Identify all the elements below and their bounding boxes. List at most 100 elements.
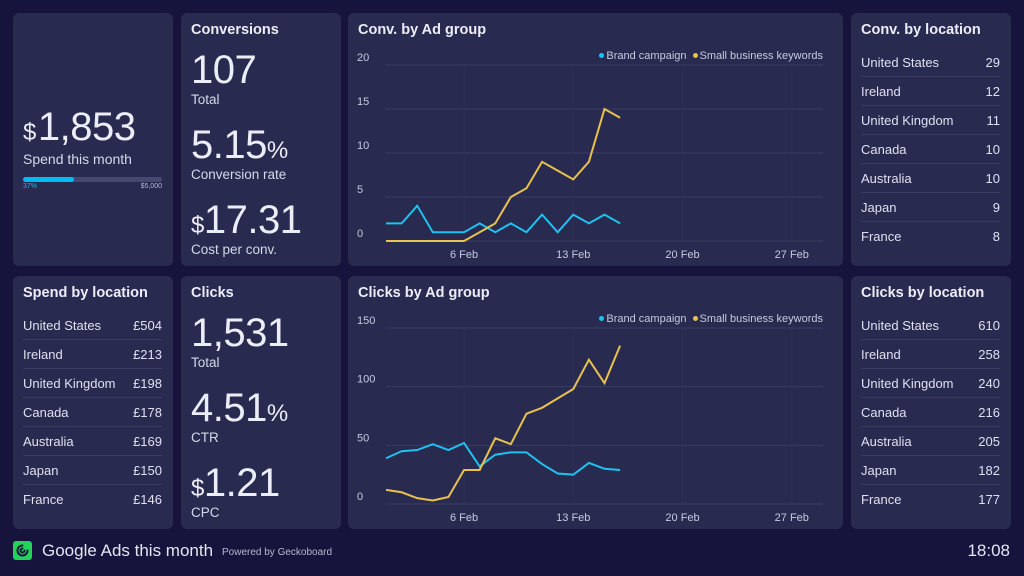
spend-value: $1,853 bbox=[23, 105, 136, 150]
y-tick-label: 150 bbox=[357, 315, 375, 327]
clicks-card: Clicks 1,531 Total 4.51% CTR $1.21 CPC bbox=[181, 276, 341, 529]
spend-goal: $5,000 bbox=[140, 183, 162, 190]
location-list: United States 29 Ireland 12 United Kingdom 11… bbox=[861, 48, 1000, 251]
spend-label: Spend this month bbox=[23, 151, 132, 167]
clicks-by-ad-group-chart: Clicks by Ad group Brand campaign Small … bbox=[348, 276, 843, 529]
location-value: 240 bbox=[978, 376, 1000, 391]
location-country: United Kingdom bbox=[861, 113, 954, 128]
conversions-total-label: Total bbox=[191, 92, 220, 107]
location-value: £213 bbox=[133, 347, 162, 362]
card-title: Conv. by location bbox=[861, 22, 981, 38]
location-country: Canada bbox=[861, 405, 907, 420]
location-value: 205 bbox=[978, 434, 1000, 449]
clicks-chart-svg: 0 50 100 150 6 Feb 13 Feb 20 Feb 27 Feb bbox=[357, 315, 823, 524]
location-row: United States 610 bbox=[861, 311, 1000, 340]
card-title: Clicks bbox=[191, 285, 234, 301]
y-tick-label: 100 bbox=[357, 374, 375, 386]
spend-card: $1,853 Spend this month 37% $5,000 bbox=[13, 13, 173, 266]
location-value: 182 bbox=[978, 463, 1000, 478]
location-value: 11 bbox=[986, 113, 1001, 128]
location-value: 9 bbox=[992, 200, 1000, 215]
y-tick-label: 15 bbox=[357, 96, 369, 108]
y-tick-label: 20 bbox=[357, 52, 369, 64]
clock: 18:08 bbox=[967, 541, 1010, 560]
location-country: Ireland bbox=[23, 347, 63, 362]
ctr-value: 4.51% bbox=[191, 386, 288, 430]
location-country: Japan bbox=[861, 463, 897, 478]
card-title: Conversions bbox=[191, 22, 279, 38]
series-line-small-business-keywords bbox=[385, 345, 622, 502]
spend-amount: 1,853 bbox=[37, 105, 136, 149]
location-row: Australia £169 bbox=[23, 427, 162, 456]
location-country: Japan bbox=[23, 463, 59, 478]
location-country: Japan bbox=[861, 200, 897, 215]
location-row: Japan £150 bbox=[23, 456, 162, 485]
x-tick-label: 6 Feb bbox=[450, 512, 478, 524]
y-tick-label: 0 bbox=[357, 491, 363, 503]
location-row: Canada £178 bbox=[23, 398, 162, 427]
cost-per-conversion: $17.31 bbox=[191, 198, 302, 242]
location-value: 10 bbox=[985, 142, 1000, 157]
y-tick-label: 50 bbox=[357, 432, 369, 444]
location-country: Ireland bbox=[861, 347, 901, 362]
ctr-label: CTR bbox=[191, 430, 219, 445]
clicks-total-label: Total bbox=[191, 355, 220, 370]
dashboard-title: Google Ads this month bbox=[42, 541, 214, 560]
location-value: 177 bbox=[978, 492, 1000, 507]
location-row: Australia 10 bbox=[861, 164, 1000, 193]
card-title: Clicks by location bbox=[861, 285, 985, 301]
location-value: 610 bbox=[978, 318, 1000, 333]
location-value: 216 bbox=[978, 405, 1000, 420]
location-country: Australia bbox=[861, 434, 912, 449]
cpc-label: CPC bbox=[191, 505, 220, 520]
conv-by-location-card: Conv. by location United States 29 Ireland… bbox=[851, 13, 1011, 266]
location-country: United States bbox=[861, 318, 940, 333]
location-row: Ireland 12 bbox=[861, 77, 1000, 106]
location-value: 29 bbox=[985, 55, 1000, 70]
location-row: Ireland 258 bbox=[861, 340, 1000, 369]
conversion-rate: 5.15% bbox=[191, 123, 288, 167]
location-country: Canada bbox=[23, 405, 69, 420]
x-tick-label: 13 Feb bbox=[556, 249, 590, 261]
y-tick-label: 0 bbox=[357, 228, 363, 240]
location-country: Canada bbox=[861, 142, 907, 157]
location-value: £146 bbox=[133, 492, 162, 507]
x-tick-label: 20 Feb bbox=[665, 512, 699, 524]
location-row: Canada 216 bbox=[861, 398, 1000, 427]
cpc-value: $1.21 bbox=[191, 461, 280, 505]
location-value: 10 bbox=[985, 171, 1000, 186]
x-tick-label: 13 Feb bbox=[556, 512, 590, 524]
conversion-rate-label: Conversion rate bbox=[191, 167, 287, 182]
location-value: £504 bbox=[133, 318, 162, 333]
location-row: United Kingdom £198 bbox=[23, 369, 162, 398]
y-tick-label: 10 bbox=[357, 140, 369, 152]
location-row: Canada 10 bbox=[861, 135, 1000, 164]
clicks-total: 1,531 bbox=[191, 311, 289, 355]
location-row: France 177 bbox=[861, 485, 1000, 514]
location-list: United States 610 Ireland 258 United Kingdom… bbox=[861, 311, 1000, 514]
location-row: United Kingdom 11 bbox=[861, 106, 1000, 135]
location-row: United States 29 bbox=[861, 48, 1000, 77]
location-value: 8 bbox=[992, 229, 1000, 244]
location-row: United Kingdom 240 bbox=[861, 369, 1000, 398]
clicks-by-location-card: Clicks by location United States 610 Irela… bbox=[851, 276, 1011, 529]
location-row: Ireland £213 bbox=[23, 340, 162, 369]
location-country: France bbox=[861, 492, 902, 507]
powered-by: Powered by Geckoboard bbox=[222, 547, 333, 558]
location-list: United States £504 Ireland £213 United Kingd… bbox=[23, 311, 162, 514]
location-row: France 8 bbox=[861, 222, 1000, 251]
series-line-brand-campaign bbox=[385, 441, 621, 476]
spend-by-location-card: Spend by location United States £504 Irela… bbox=[13, 276, 173, 529]
conv-by-ad-group-chart: Conv. by Ad group Brand campaign Small b… bbox=[348, 13, 843, 266]
location-row: Australia 205 bbox=[861, 427, 1000, 456]
x-tick-label: 27 Feb bbox=[775, 249, 809, 261]
location-value: £178 bbox=[133, 405, 162, 420]
x-tick-label: 27 Feb bbox=[775, 512, 809, 524]
location-value: £198 bbox=[133, 376, 162, 391]
location-country: United Kingdom bbox=[861, 376, 954, 391]
y-tick-label: 5 bbox=[357, 184, 363, 196]
x-tick-label: 20 Feb bbox=[665, 249, 699, 261]
spend-progress-percent: 37% bbox=[23, 183, 38, 190]
location-country: United States bbox=[23, 318, 102, 333]
location-country: France bbox=[861, 229, 902, 244]
